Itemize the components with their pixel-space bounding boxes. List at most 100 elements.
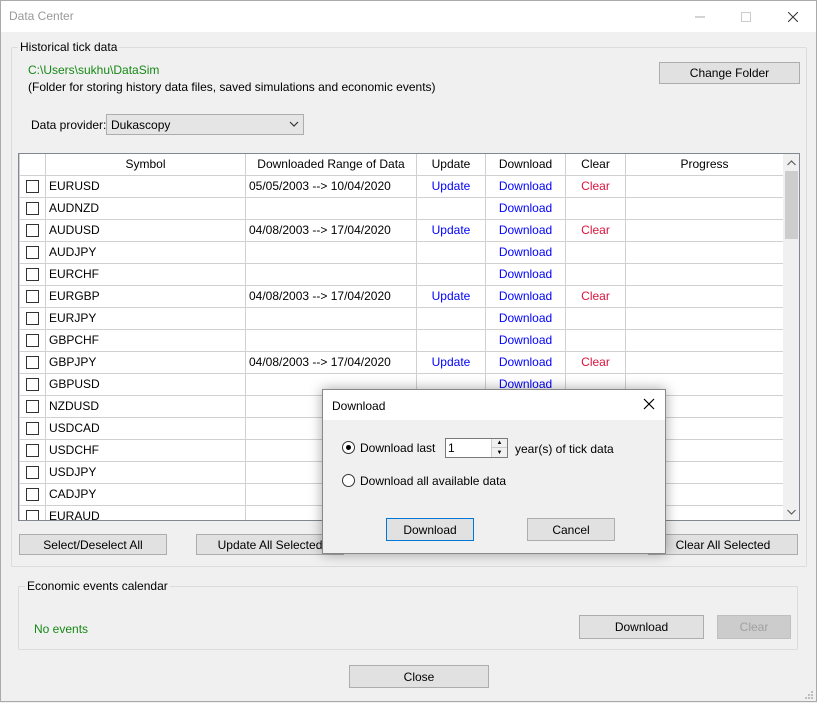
row-checkbox[interactable] — [26, 378, 39, 392]
row-checkbox[interactable] — [26, 246, 39, 260]
row-checkbox[interactable] — [26, 422, 39, 436]
select-deselect-all-button[interactable]: Select/Deselect All — [19, 534, 167, 555]
download-link[interactable]: Download — [485, 306, 566, 330]
header-clear[interactable]: Clear — [565, 154, 626, 176]
row-checkbox[interactable] — [26, 202, 39, 216]
row-checkbox[interactable] — [26, 488, 39, 502]
row-checkbox[interactable] — [26, 400, 39, 414]
row-select-cell[interactable] — [19, 372, 46, 396]
row-select-cell[interactable] — [19, 416, 46, 440]
dialog-download-button[interactable]: Download — [386, 518, 474, 541]
scroll-thumb[interactable] — [785, 171, 798, 239]
close-button[interactable]: Close — [349, 665, 489, 688]
data-provider-select[interactable]: Dukascopy — [106, 114, 304, 135]
change-folder-button[interactable]: Change Folder — [659, 62, 800, 84]
header-update[interactable]: Update — [416, 154, 486, 176]
symbol-cell: GBPJPY — [45, 350, 246, 374]
row-checkbox[interactable] — [26, 356, 39, 370]
symbol-cell: AUDJPY — [45, 240, 246, 264]
symbol-cell: CADJPY — [45, 482, 246, 506]
clear-link[interactable]: Clear — [565, 284, 626, 308]
row-select-cell[interactable] — [19, 262, 46, 286]
economic-legend: Economic events calendar — [25, 579, 170, 593]
scroll-up-icon[interactable] — [783, 154, 799, 171]
years-stepper[interactable]: 1 ▲ ▼ — [445, 438, 508, 458]
symbol-cell: NZDUSD — [45, 394, 246, 418]
header-range[interactable]: Downloaded Range of Data — [245, 154, 417, 176]
download-link[interactable]: Download — [485, 328, 566, 352]
symbol-cell: EURUSD — [45, 174, 246, 198]
resize-grip-icon[interactable] — [804, 689, 814, 699]
years-value[interactable]: 1 — [448, 441, 455, 455]
economic-download-button[interactable]: Download — [579, 615, 704, 639]
update-link[interactable]: Update — [416, 350, 486, 374]
download-link[interactable]: Download — [485, 218, 566, 242]
download-link[interactable]: Download — [485, 174, 566, 198]
row-checkbox[interactable] — [26, 312, 39, 326]
progress-cell — [625, 328, 784, 352]
download-all-radio[interactable] — [342, 474, 355, 487]
row-select-cell[interactable] — [19, 504, 46, 520]
historical-legend: Historical tick data — [18, 40, 120, 54]
close-window-icon[interactable] — [770, 1, 816, 32]
row-checkbox[interactable] — [26, 180, 39, 194]
stepper-up-icon[interactable]: ▲ — [492, 439, 507, 448]
years-stepper-buttons[interactable]: ▲ ▼ — [491, 439, 507, 457]
clear-link[interactable]: Clear — [565, 350, 626, 374]
row-select-cell[interactable] — [19, 460, 46, 484]
update-link[interactable]: Update — [416, 218, 486, 242]
row-select-cell[interactable] — [19, 306, 46, 330]
header-select — [19, 154, 46, 176]
row-select-cell[interactable] — [19, 394, 46, 418]
row-select-cell[interactable] — [19, 240, 46, 264]
progress-cell — [625, 262, 784, 286]
row-select-cell[interactable] — [19, 328, 46, 352]
row-checkbox[interactable] — [26, 224, 39, 238]
header-download[interactable]: Download — [485, 154, 566, 176]
row-checkbox[interactable] — [26, 444, 39, 458]
row-checkbox[interactable] — [26, 334, 39, 348]
download-last-radio[interactable] — [342, 441, 355, 454]
row-select-cell[interactable] — [19, 438, 46, 462]
maximize-icon[interactable] — [723, 1, 769, 32]
row-select-cell[interactable] — [19, 218, 46, 242]
table-row: AUDNZD Download — [19, 196, 784, 220]
row-select-cell[interactable] — [19, 174, 46, 198]
grid-vertical-scrollbar[interactable] — [783, 154, 799, 520]
update-link[interactable]: Update — [416, 284, 486, 308]
symbol-cell: AUDNZD — [45, 196, 246, 220]
economic-clear-button: Clear — [717, 615, 791, 639]
header-progress[interactable]: Progress — [625, 154, 784, 176]
update-link — [416, 306, 486, 330]
download-link[interactable]: Download — [485, 240, 566, 264]
minimize-icon[interactable] — [677, 1, 723, 32]
download-link[interactable]: Download — [485, 262, 566, 286]
download-link[interactable]: Download — [485, 350, 566, 374]
data-center-window: Data Center Historical tick data C:\User… — [0, 0, 817, 702]
row-select-cell[interactable] — [19, 350, 46, 374]
row-select-cell[interactable] — [19, 482, 46, 506]
row-checkbox[interactable] — [26, 290, 39, 304]
download-link[interactable]: Download — [485, 284, 566, 308]
symbol-cell: GBPCHF — [45, 328, 246, 352]
dialog-close-icon[interactable] — [643, 397, 655, 415]
update-link[interactable]: Update — [416, 174, 486, 198]
stepper-down-icon[interactable]: ▼ — [492, 448, 507, 457]
header-symbol[interactable]: Symbol — [45, 154, 246, 176]
download-all-label[interactable]: Download all available data — [360, 474, 506, 488]
row-checkbox[interactable] — [26, 466, 39, 480]
progress-cell — [625, 306, 784, 330]
clear-link[interactable]: Clear — [565, 174, 626, 198]
row-checkbox[interactable] — [26, 268, 39, 282]
update-link — [416, 328, 486, 352]
download-last-label[interactable]: Download last — [360, 441, 435, 455]
clear-link[interactable]: Clear — [565, 218, 626, 242]
row-checkbox[interactable] — [26, 510, 39, 520]
row-select-cell[interactable] — [19, 196, 46, 220]
row-select-cell[interactable] — [19, 284, 46, 308]
progress-cell — [625, 240, 784, 264]
scroll-down-icon[interactable] — [783, 503, 799, 520]
download-link[interactable]: Download — [485, 196, 566, 220]
clear-all-selected-button[interactable]: Clear All Selected — [648, 534, 798, 555]
dialog-cancel-button[interactable]: Cancel — [527, 518, 615, 541]
